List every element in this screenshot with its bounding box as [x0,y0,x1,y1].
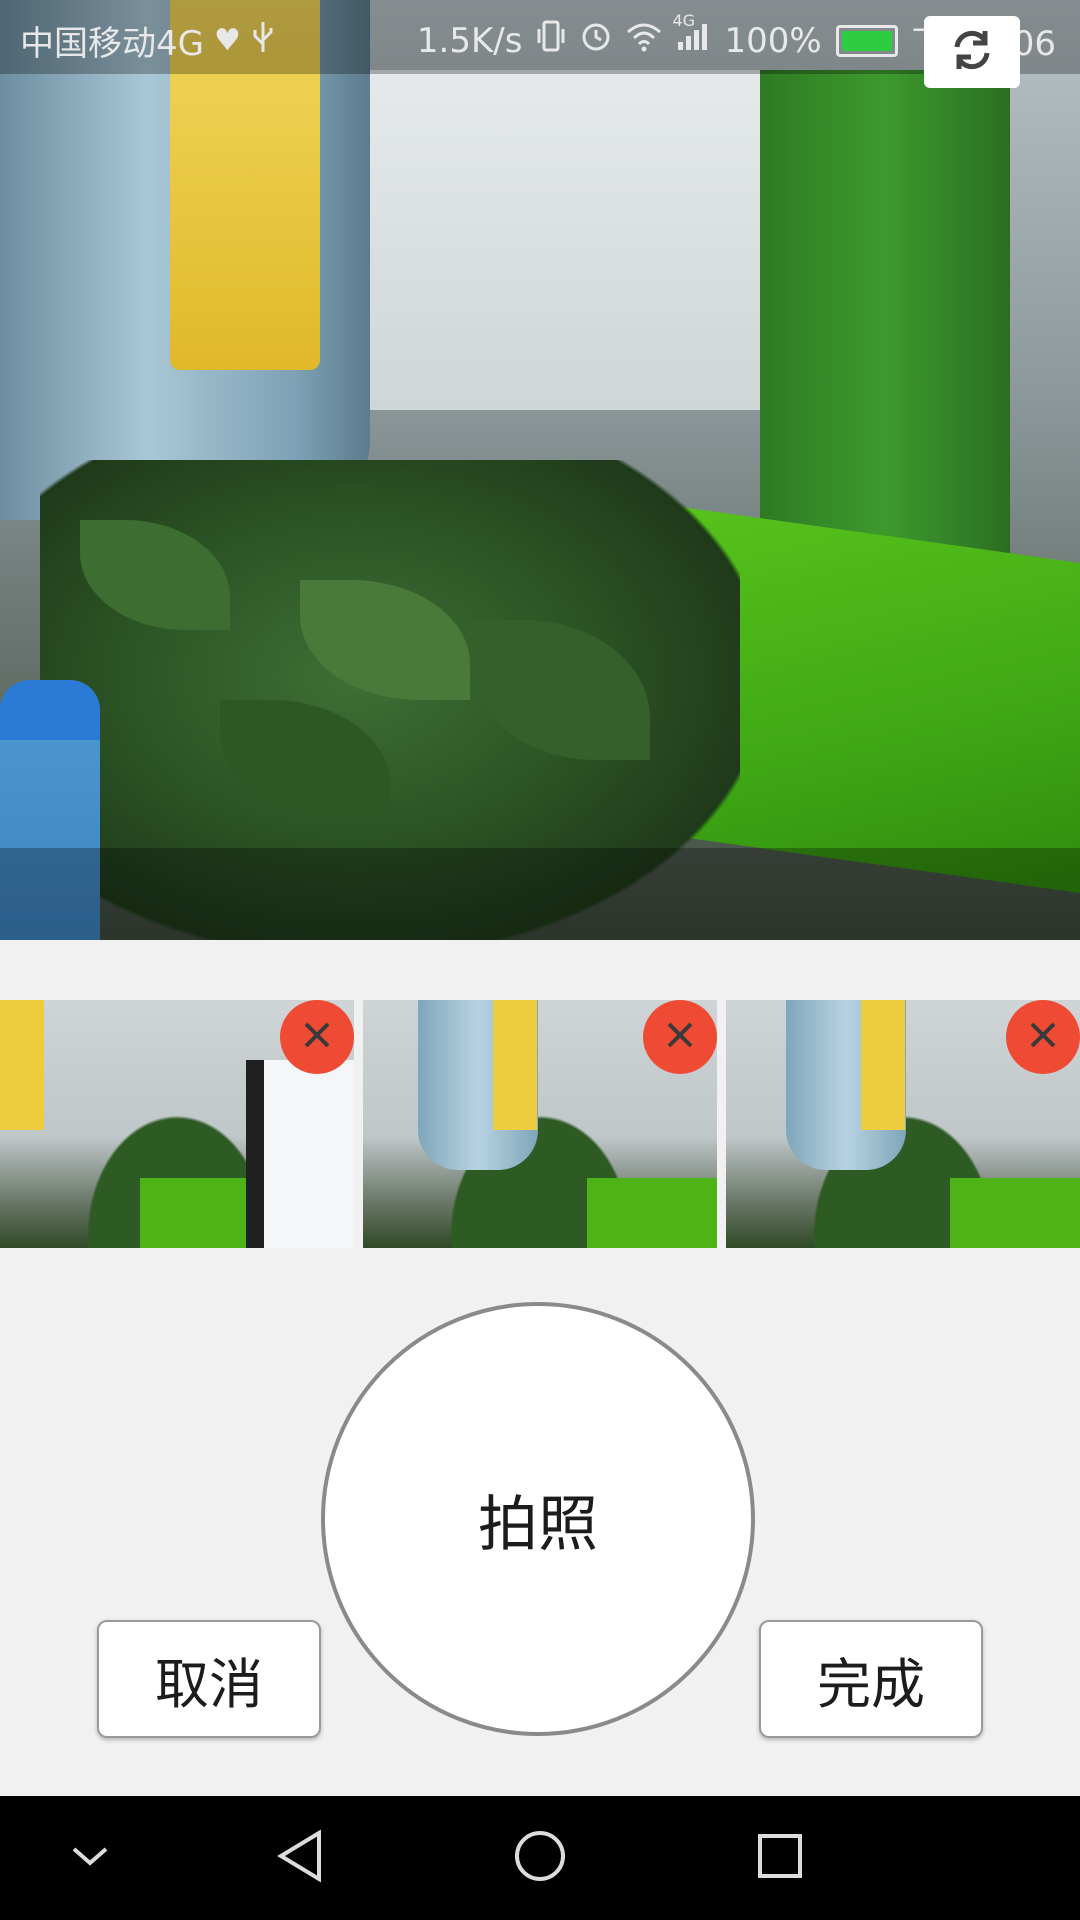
home-icon [513,1829,567,1887]
wifi-icon [626,21,662,61]
hide-keyboard-button[interactable] [56,1824,124,1892]
thumbnail-jug-label [0,1000,44,1130]
shutter-button[interactable]: 拍照 [321,1302,755,1736]
thumbnail-green-partition [950,1178,1080,1248]
vibrate-icon [536,19,566,62]
battery-icon [835,24,898,57]
switch-camera-button[interactable] [924,16,1020,88]
close-icon [300,1018,334,1056]
back-button[interactable] [266,1824,334,1892]
delete-photo-button[interactable] [643,1000,717,1074]
photo-thumbnail[interactable] [0,1000,354,1248]
delete-photo-button[interactable] [1006,1000,1080,1074]
home-button[interactable] [506,1824,574,1892]
chevron-down-icon [68,1841,112,1875]
navigation-bar [0,1796,1080,1920]
close-icon [663,1018,697,1056]
camera-switch-icon [949,27,995,77]
preview-shade [0,848,1080,940]
network-speed: 1.5K/s [416,20,523,61]
photo-thumbnail[interactable] [363,1000,717,1248]
back-icon [275,1829,325,1887]
carrier-label: 中国移动4G [20,24,204,64]
preview-green-pillar [760,70,1010,590]
close-icon [1026,1018,1060,1056]
recents-icon [756,1832,804,1884]
recents-button[interactable] [746,1824,814,1892]
network-badge: 4G [672,10,696,30]
thumbnail-jug-label [861,1000,905,1130]
alarm-icon [580,19,612,62]
thumbnail-green-partition [587,1178,717,1248]
usb-icon [251,20,275,62]
thumbnail-jug-label [493,1000,537,1130]
thumbnail-monitor [246,1060,354,1248]
battery-percent: 100% [724,20,822,61]
cancel-button[interactable]: 取消 [97,1620,321,1738]
signal-icon: 4G [672,11,710,61]
captured-photos-strip [0,1000,1080,1248]
status-bar: 中国移动4G ♥ 1.5K/s 4G 100% 下午2:06 [0,0,1080,74]
heart-icon: ♥ [213,23,241,58]
delete-photo-button[interactable] [280,1000,354,1074]
preview-glass-wall [360,70,800,410]
done-button[interactable]: 完成 [759,1620,983,1738]
photo-thumbnail[interactable] [726,1000,1080,1248]
camera-preview[interactable] [0,0,1080,940]
